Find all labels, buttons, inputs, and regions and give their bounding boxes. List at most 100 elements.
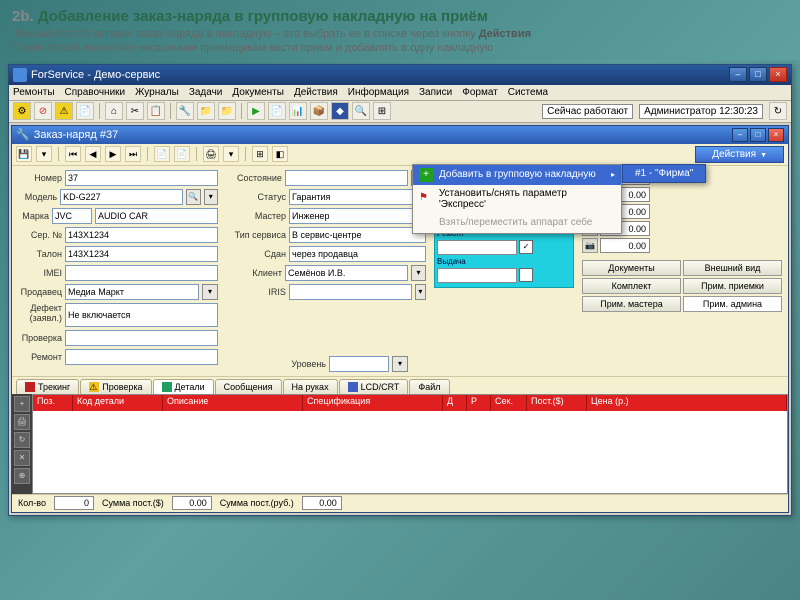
close-button[interactable]: ×: [769, 67, 787, 82]
menu-item[interactable]: Журналы: [135, 87, 179, 98]
brand2-field[interactable]: [95, 208, 218, 224]
tool-icon[interactable]: ⊞: [252, 146, 268, 162]
expand-icon[interactable]: ▾: [392, 356, 408, 372]
lookup-icon[interactable]: 🔍: [186, 189, 200, 205]
side-icon[interactable]: ✕: [14, 450, 30, 466]
tab-tracking[interactable]: Трекинг: [16, 379, 79, 394]
iris-field[interactable]: [289, 284, 412, 300]
checkbox[interactable]: [519, 268, 533, 282]
nav-next-icon[interactable]: ▶: [105, 146, 121, 162]
tab-onhand[interactable]: На руках: [283, 379, 338, 394]
tool-icon[interactable]: 📦: [310, 102, 328, 120]
tool-icon[interactable]: 📁: [197, 102, 215, 120]
tab-check[interactable]: ⚠Проверка: [80, 379, 151, 394]
nav-prev-icon[interactable]: ◀: [85, 146, 101, 162]
tool-icon[interactable]: ✂: [126, 102, 144, 120]
nav-first-icon[interactable]: ⏮: [65, 146, 81, 162]
table-header: Поз. Код детали Описание Спецификация Д …: [33, 395, 787, 411]
tool-icon[interactable]: 📄: [76, 102, 94, 120]
imei-field[interactable]: [65, 265, 218, 281]
menu-item[interactable]: Формат: [462, 87, 498, 98]
number-field[interactable]: [65, 170, 218, 186]
given-field[interactable]: [289, 246, 426, 262]
master-field[interactable]: [289, 208, 426, 224]
order-close[interactable]: ×: [768, 128, 784, 142]
tool-icon[interactable]: ⊘: [34, 102, 52, 120]
nav-last-icon[interactable]: ⏭: [125, 146, 141, 162]
expand-icon[interactable]: ▾: [415, 284, 426, 300]
serial-field[interactable]: [65, 227, 218, 243]
menu-item[interactable]: Записи: [419, 87, 452, 98]
doc-icon[interactable]: 📄: [174, 146, 190, 162]
submenu-firm[interactable]: #1 - "Фирма": [622, 164, 706, 183]
camera-icon[interactable]: 📷: [582, 238, 598, 253]
tab-messages[interactable]: Сообщения: [215, 379, 282, 394]
talon-field[interactable]: [65, 246, 218, 262]
actions-button[interactable]: Действия: [695, 146, 784, 163]
menu-add-to-group[interactable]: + Добавить в групповую накладную▸: [413, 165, 621, 185]
expand-icon[interactable]: ▾: [411, 265, 426, 281]
side-icon[interactable]: +: [14, 396, 30, 412]
view-button[interactable]: Внешний вид: [683, 260, 782, 276]
tool-icon[interactable]: 📋: [147, 102, 165, 120]
tab-file[interactable]: Файл: [409, 379, 449, 394]
model-field[interactable]: [60, 189, 183, 205]
state-field[interactable]: [285, 170, 408, 186]
check-field[interactable]: [65, 330, 218, 346]
tool-icon[interactable]: 📊: [289, 102, 307, 120]
print-icon[interactable]: 🖨: [203, 146, 219, 162]
client-field[interactable]: [285, 265, 408, 281]
issue-date[interactable]: [437, 268, 517, 283]
checkbox[interactable]: ✓: [519, 240, 533, 254]
tool-icon[interactable]: ◧: [272, 146, 288, 162]
minimize-button[interactable]: –: [729, 67, 747, 82]
order-minimize[interactable]: –: [732, 128, 748, 142]
notes-admin-button[interactable]: Прим. админа: [683, 296, 782, 312]
dropdown-icon[interactable]: ▾: [36, 146, 52, 162]
tab-lcd[interactable]: LCD/CRT: [339, 379, 409, 394]
menu-item[interactable]: Справочники: [65, 87, 126, 98]
service-field[interactable]: [289, 227, 426, 243]
tool-icon[interactable]: 📁: [218, 102, 236, 120]
tool-icon[interactable]: ⚠: [55, 102, 73, 120]
expand-icon[interactable]: ▾: [204, 189, 218, 205]
level-field[interactable]: [329, 356, 389, 372]
tool-icon[interactable]: 📄: [268, 102, 286, 120]
menu-item[interactable]: Информация: [348, 87, 409, 98]
save-icon[interactable]: 💾: [16, 146, 32, 162]
menu-item[interactable]: Документы: [232, 87, 284, 98]
menu-item[interactable]: Действия: [294, 87, 338, 98]
dropdown-icon[interactable]: ▾: [223, 146, 239, 162]
tool-icon[interactable]: 🔍: [352, 102, 370, 120]
maximize-button[interactable]: □: [749, 67, 767, 82]
order-maximize[interactable]: □: [750, 128, 766, 142]
set-button[interactable]: Комплект: [582, 278, 681, 294]
refresh-icon[interactable]: ↻: [769, 102, 787, 120]
menu-item[interactable]: Ремонты: [13, 87, 55, 98]
brand-field[interactable]: [52, 208, 92, 224]
menu-item[interactable]: Система: [508, 87, 548, 98]
tool-icon[interactable]: ⌂: [105, 102, 123, 120]
tool-icon[interactable]: ▶: [247, 102, 265, 120]
docs-button[interactable]: Документы: [582, 260, 681, 276]
repair-date[interactable]: [437, 240, 517, 255]
seller-field[interactable]: [65, 284, 199, 300]
menu-item[interactable]: Задачи: [189, 87, 223, 98]
doc-icon[interactable]: 📄: [154, 146, 170, 162]
side-icon[interactable]: ⊕: [14, 468, 30, 484]
repair-field[interactable]: [65, 349, 218, 365]
tool-icon[interactable]: ◆: [331, 102, 349, 120]
slide-title: 2b. Добавление заказ-наряда в групповую …: [12, 8, 788, 25]
tool-icon[interactable]: 🔧: [176, 102, 194, 120]
side-icon[interactable]: ↻: [14, 432, 30, 448]
tool-icon[interactable]: ⚙: [13, 102, 31, 120]
defect-field[interactable]: [65, 303, 218, 327]
status-field[interactable]: [289, 189, 426, 205]
menu-express[interactable]: ⚑ Установить/снять параметр 'Экспресс': [413, 185, 621, 213]
notes-recv-button[interactable]: Прим. приемки: [683, 278, 782, 294]
side-icon[interactable]: 🖨: [14, 414, 30, 430]
expand-icon[interactable]: ▾: [202, 284, 218, 300]
notes-master-button[interactable]: Прим. мастера: [582, 296, 681, 312]
tab-details[interactable]: Детали: [153, 379, 214, 394]
tool-icon[interactable]: ⊞: [373, 102, 391, 120]
